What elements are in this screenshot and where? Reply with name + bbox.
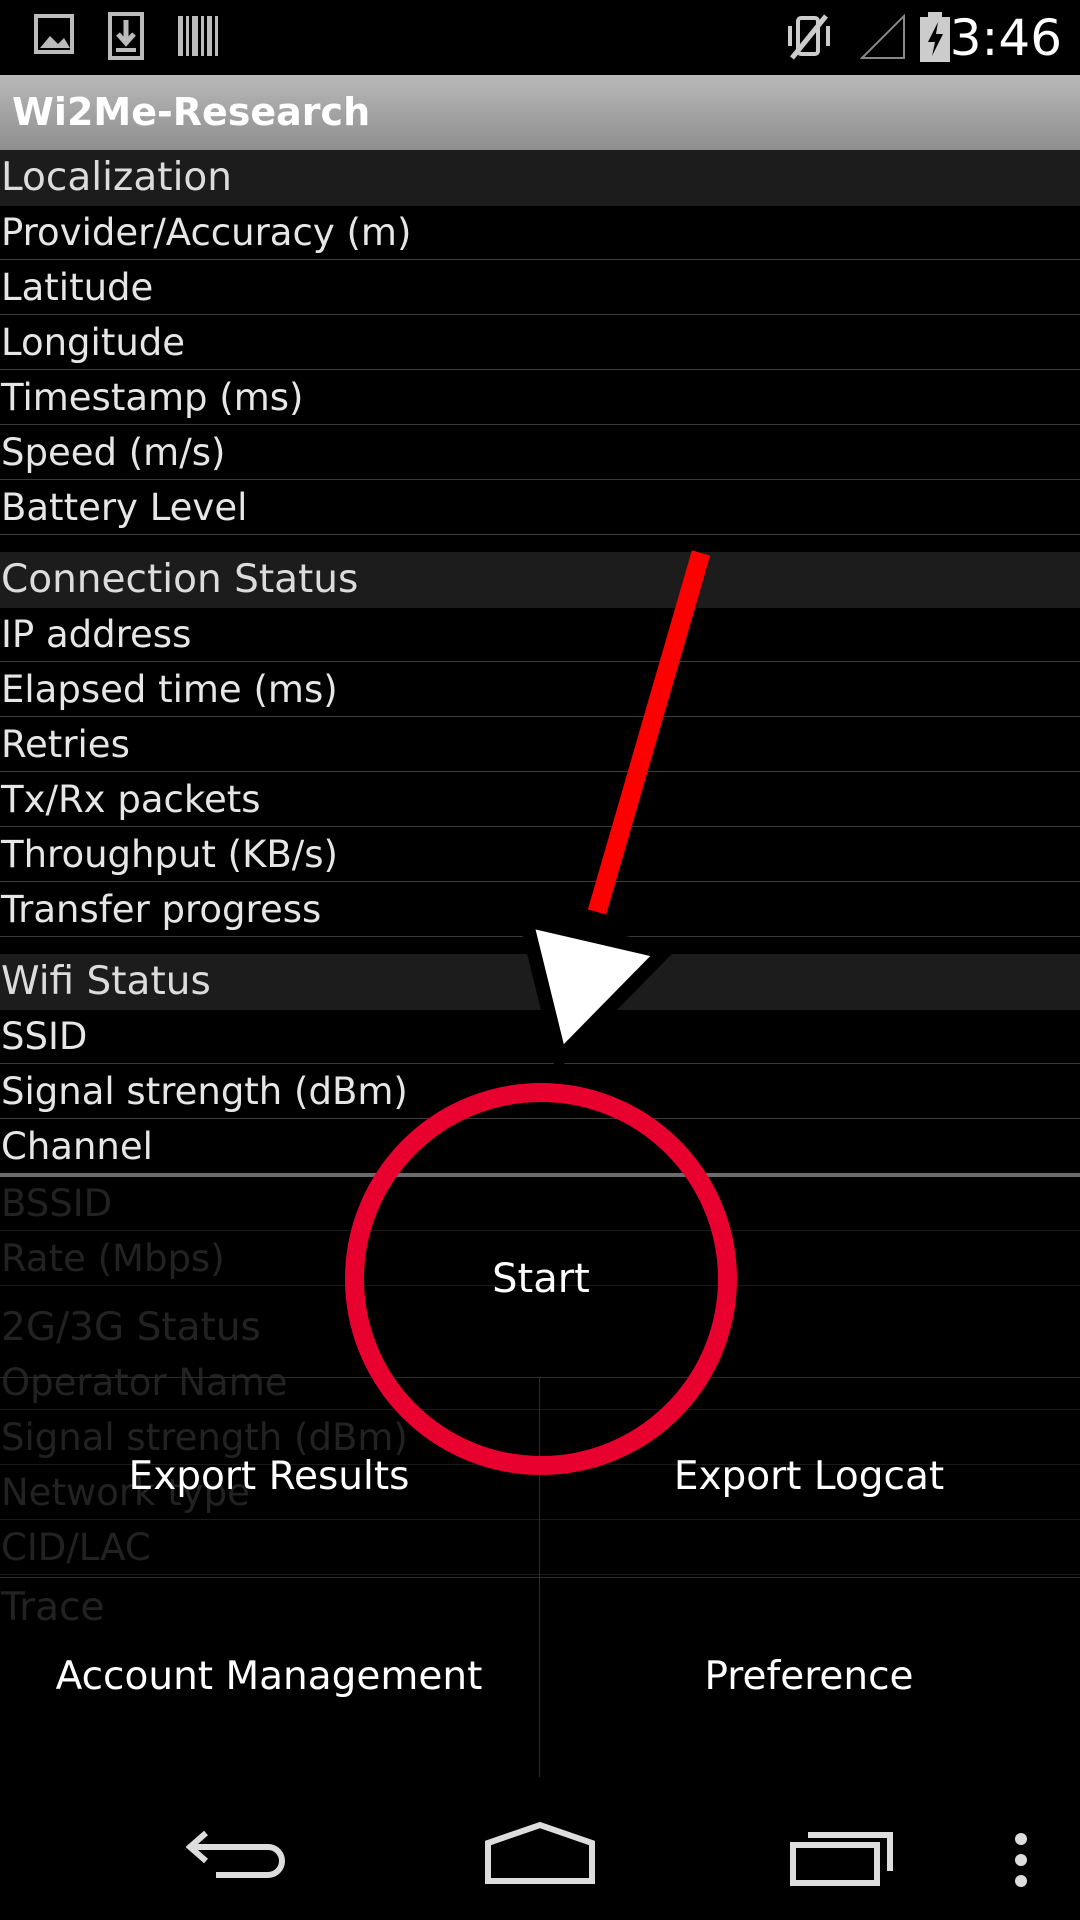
annotation-arrow [516,550,711,1072]
recents-icon[interactable] [790,1823,896,1887]
home-icon[interactable] [484,1821,596,1885]
back-icon[interactable] [186,1823,290,1883]
overflow-menu-icon[interactable] [1006,1831,1036,1891]
navigation-bar [0,1785,1080,1920]
